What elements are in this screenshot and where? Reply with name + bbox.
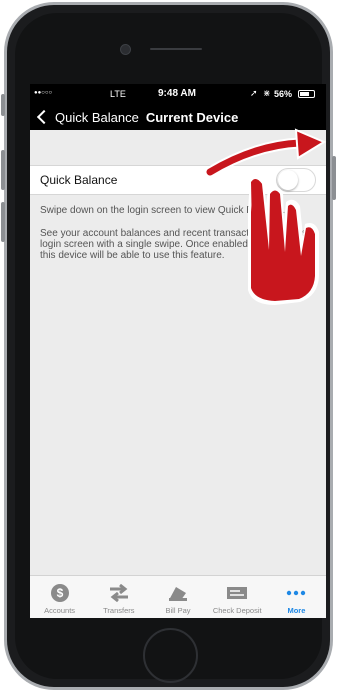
front-camera bbox=[120, 44, 131, 55]
page-title: Current Device bbox=[145, 109, 239, 125]
location-icon: ➚ bbox=[250, 88, 258, 98]
status-bar: ●●○○○ LTE 9:48 AM ➚ ⋇ 56% bbox=[30, 84, 326, 104]
description-line-2: See your account balances and recent tra… bbox=[40, 228, 307, 261]
mute-switch bbox=[1, 94, 5, 116]
tab-label: More bbox=[287, 606, 306, 615]
network-type: LTE bbox=[110, 89, 126, 99]
svg-text:$: $ bbox=[56, 586, 63, 600]
check-deposit-icon bbox=[226, 583, 248, 603]
phone-screen: ●●○○○ LTE 9:48 AM ➚ ⋇ 56% Quick Balance … bbox=[30, 84, 326, 618]
signal-strength: ●●○○○ bbox=[34, 90, 53, 96]
tab-label: Transfers bbox=[103, 606, 135, 615]
bluetooth-icon: ⋇ bbox=[263, 88, 271, 98]
more-dots-icon bbox=[285, 583, 307, 603]
tab-bar: $ Accounts Transfers Bill Pay Check Depo… bbox=[30, 575, 326, 618]
toggle-knob bbox=[278, 170, 298, 190]
back-button[interactable]: Quick Balance bbox=[30, 110, 139, 125]
dollar-coin-icon: $ bbox=[50, 583, 70, 603]
volume-down-button bbox=[1, 202, 5, 242]
home-button[interactable] bbox=[143, 628, 198, 683]
quick-balance-label: Quick Balance bbox=[40, 173, 118, 187]
bill-pay-icon bbox=[167, 583, 189, 603]
transfer-arrows-icon bbox=[108, 583, 130, 603]
tab-label: Accounts bbox=[44, 606, 76, 615]
tab-label: Bill Pay bbox=[165, 606, 191, 615]
status-time: 9:48 AM bbox=[158, 88, 196, 99]
description-line-1: Swipe down on the login screen to view Q… bbox=[40, 205, 286, 216]
tab-check-deposit[interactable]: Check Deposit bbox=[208, 576, 267, 618]
tab-label: Check Deposit bbox=[212, 606, 262, 615]
tab-bill-pay[interactable]: Bill Pay bbox=[148, 576, 207, 618]
description-text: Swipe down on the login screen to view Q… bbox=[30, 195, 326, 261]
navigation-bar: Quick Balance Current Device bbox=[30, 104, 326, 130]
tab-more[interactable]: More bbox=[267, 576, 326, 618]
chevron-left-icon bbox=[36, 109, 52, 125]
back-label: Quick Balance bbox=[55, 109, 139, 125]
earpiece-speaker bbox=[150, 48, 202, 50]
volume-up-button bbox=[1, 150, 5, 190]
power-button bbox=[332, 156, 336, 200]
battery-percent: 56% bbox=[274, 89, 293, 99]
tab-transfers[interactable]: Transfers bbox=[89, 576, 148, 618]
quick-balance-toggle[interactable] bbox=[276, 168, 316, 192]
battery-icon bbox=[298, 90, 315, 98]
quick-balance-row: Quick Balance bbox=[30, 165, 326, 195]
tab-accounts[interactable]: $ Accounts bbox=[30, 576, 89, 618]
